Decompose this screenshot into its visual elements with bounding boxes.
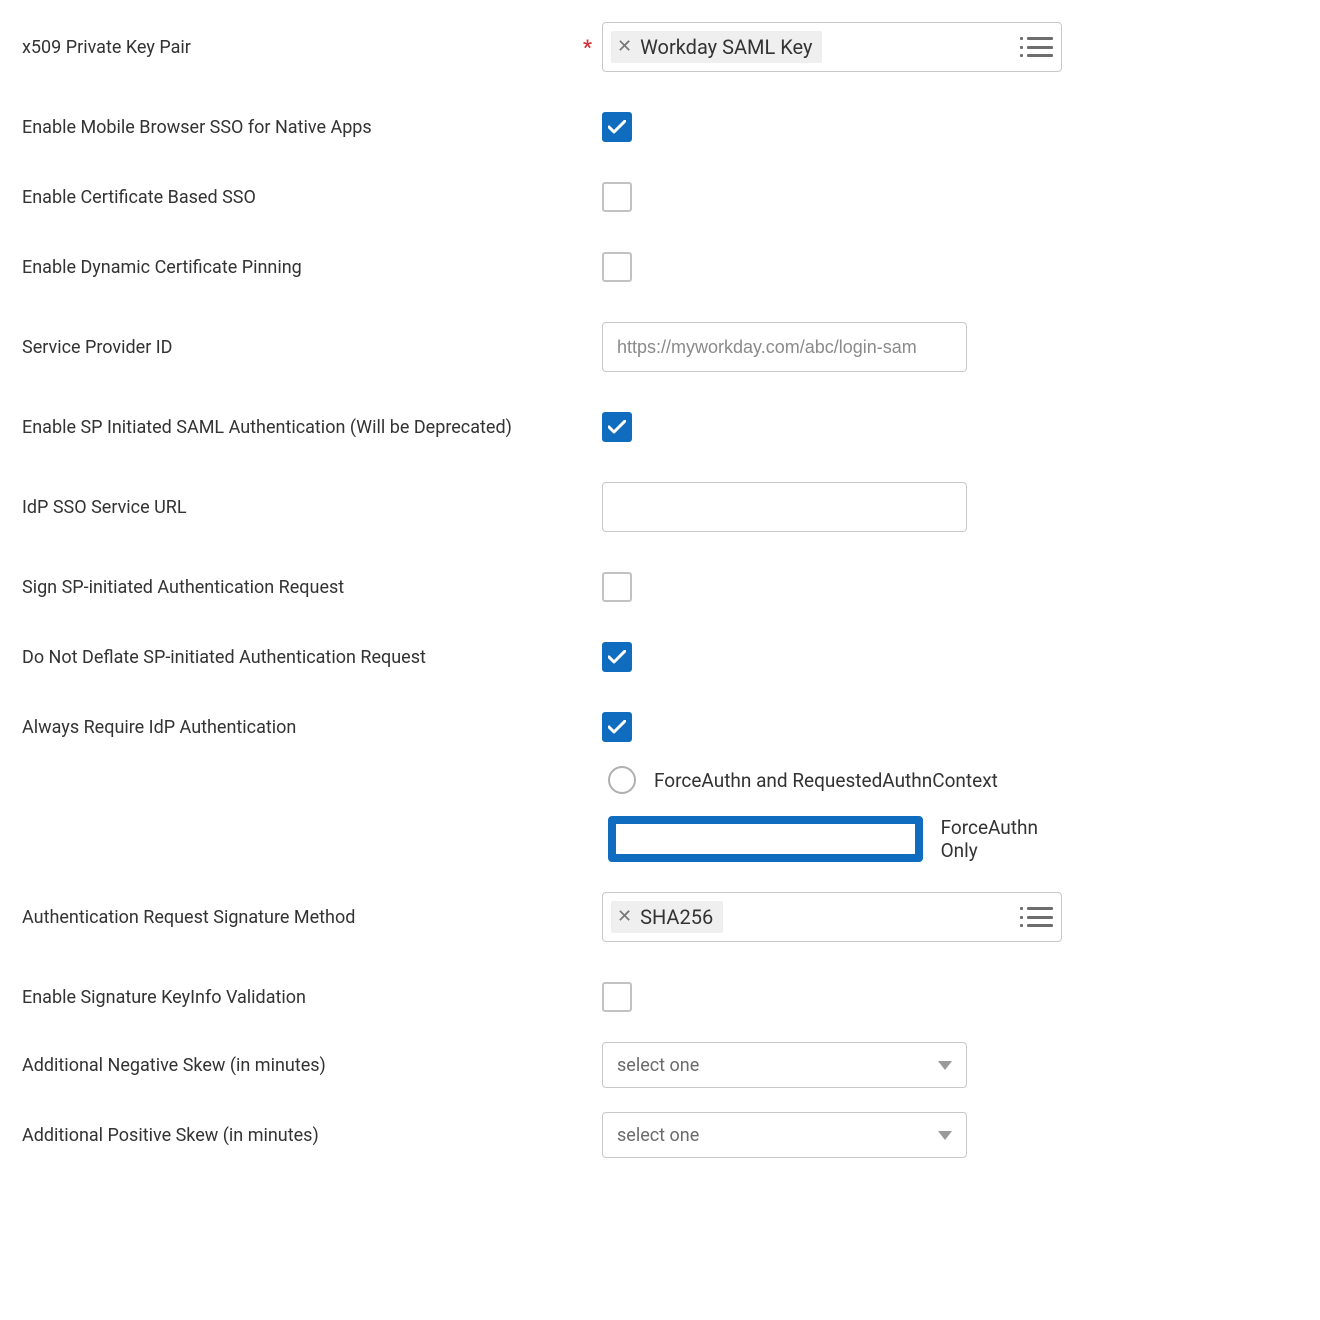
dyn-pin-label: Enable Dynamic Certificate Pinning [22,257,302,278]
neg-skew-placeholder: select one [617,1055,699,1076]
sign-sp-checkbox[interactable] [602,572,632,602]
list-icon[interactable] [1027,37,1053,57]
idp-url-label: IdP SSO Service URL [22,497,187,518]
sp-id-label: Service Provider ID [22,337,173,358]
keyinfo-label: Enable Signature KeyInfo Validation [22,987,306,1008]
no-deflate-label: Do Not Deflate SP-initiated Authenticati… [22,647,426,668]
idp-url-input[interactable] [602,482,967,532]
sig-method-label: Authentication Request Signature Method [22,907,355,928]
radio-icon [608,766,636,794]
sig-method-chip-text: SHA256 [640,905,713,929]
mobile-sso-checkbox[interactable] [602,112,632,142]
list-icon[interactable] [1027,907,1053,927]
x509-chip[interactable]: ✕ Workday SAML Key [611,31,822,63]
x509-chip-text: Workday SAML Key [640,35,812,59]
sp-init-label: Enable SP Initiated SAML Authentication … [22,417,512,438]
chevron-down-icon [938,1061,952,1070]
mobile-sso-label: Enable Mobile Browser SSO for Native App… [22,117,372,138]
required-mark: * [583,35,592,59]
sig-method-select[interactable]: ✕ SHA256 [602,892,1062,942]
always-idp-checkbox[interactable] [602,712,632,742]
dyn-pin-checkbox[interactable] [602,252,632,282]
remove-chip-icon[interactable]: ✕ [617,38,632,56]
no-deflate-checkbox[interactable] [602,642,632,672]
pos-skew-select[interactable]: select one [602,1112,967,1158]
pos-skew-label: Additional Positive Skew (in minutes) [22,1125,319,1146]
chevron-down-icon [938,1131,952,1140]
sp-id-input[interactable] [602,322,967,372]
radio-forceauthn-context[interactable]: ForceAuthn and RequestedAuthnContext [608,766,1058,794]
sign-sp-label: Sign SP-initiated Authentication Request [22,577,344,598]
radio-icon [608,816,923,862]
pos-skew-placeholder: select one [617,1125,699,1146]
remove-chip-icon[interactable]: ✕ [617,908,632,926]
sp-init-checkbox[interactable] [602,412,632,442]
neg-skew-label: Additional Negative Skew (in minutes) [22,1055,326,1076]
keyinfo-checkbox[interactable] [602,982,632,1012]
cert-sso-checkbox[interactable] [602,182,632,212]
x509-keypair-select[interactable]: ✕ Workday SAML Key [602,22,1062,72]
always-idp-label: Always Require IdP Authentication [22,717,296,738]
radio-label-1: ForceAuthn and RequestedAuthnContext [654,769,998,792]
radio-forceauthn-only[interactable]: ForceAuthn Only [608,816,1058,862]
cert-sso-label: Enable Certificate Based SSO [22,187,256,208]
neg-skew-select[interactable]: select one [602,1042,967,1088]
radio-label-2: ForceAuthn Only [941,816,1058,862]
sig-method-chip[interactable]: ✕ SHA256 [611,901,723,933]
x509-label: x509 Private Key Pair [22,37,191,58]
